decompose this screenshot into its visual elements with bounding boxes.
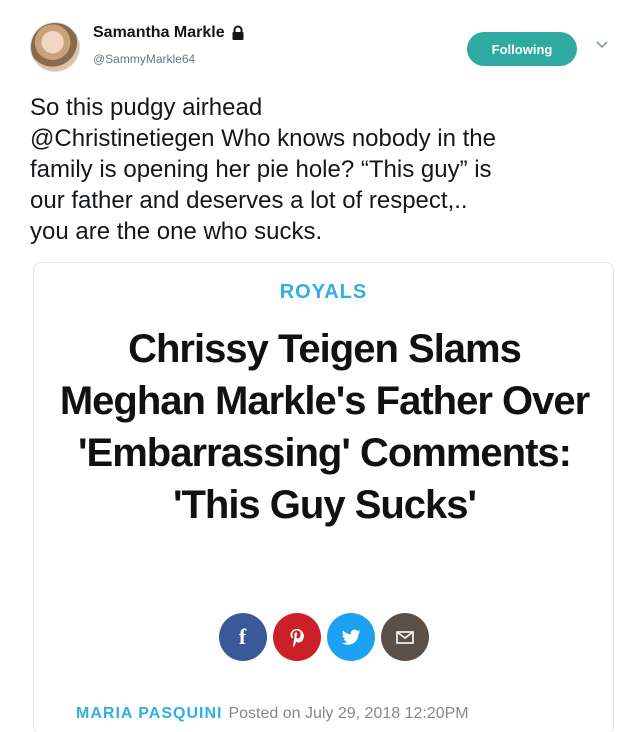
name-row: Samantha Markle [93,24,245,42]
tweet-text: So this pudgy airhead @Christinetiegen W… [30,94,496,245]
article-headline[interactable]: Chrissy Teigen Slams Meghan Markle's Fat… [54,323,595,531]
display-name[interactable]: Samantha Markle [93,24,225,42]
chevron-down-icon[interactable] [594,36,610,52]
article-byline: MARIA PASQUINI Posted on July 29, 2018 12… [76,705,469,723]
user-handle[interactable]: @SammyMarkle64 [93,52,195,66]
tweet-header: Samantha Markle @SammyMarkle64 Following [0,0,640,90]
lock-icon [232,25,244,40]
pinterest-share-button[interactable] [272,613,321,661]
facebook-share-button[interactable]: f [218,613,267,661]
email-share-button[interactable] [380,613,429,661]
pinterest-icon [290,629,304,648]
link-card[interactable]: ROYALS Chrissy Teigen Slams Meghan Markl… [33,262,614,732]
facebook-icon: f [238,624,247,649]
author-name[interactable]: MARIA PASQUINI [76,705,222,722]
email-icon [395,631,414,644]
share-buttons: f [34,613,613,661]
posted-date: Posted on July 29, 2018 12:20PM [228,705,469,722]
twitter-icon [341,629,360,645]
article-category[interactable]: ROYALS [34,281,613,304]
twitter-share-button[interactable] [326,613,375,661]
avatar[interactable] [30,22,80,72]
following-button[interactable]: Following [467,32,577,66]
